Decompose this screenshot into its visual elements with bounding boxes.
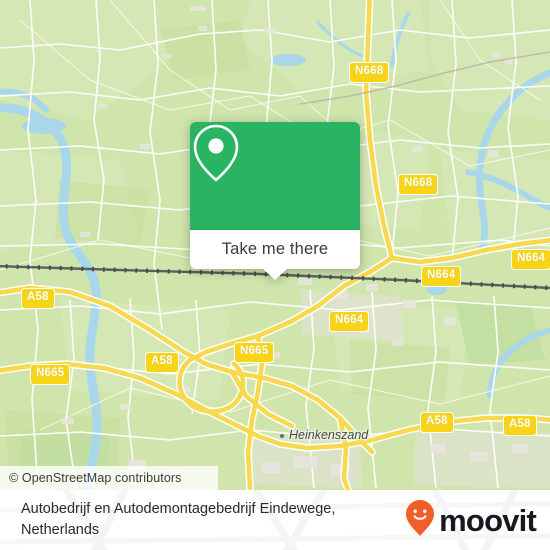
moovit-map-screenshot: N668 N668 N664 N664 N664 A58 N665 A58 N6… [0,0,550,550]
road-shield-n668-north[interactable]: N668 [349,62,390,83]
attribution-text: © OpenStreetMap contributors [9,471,182,485]
place-dot-heinkenszand [280,434,284,438]
moovit-brand[interactable]: moovit [405,499,537,542]
road-shield-a58-southeast[interactable]: A58 [420,412,454,433]
map-canvas[interactable]: N668 N668 N664 N664 N664 A58 N665 A58 N6… [0,0,550,490]
road-shield-n665-southwest[interactable]: N665 [30,364,71,385]
place-label-heinkenszand[interactable]: Heinkenszand [289,428,368,442]
road-shield-n664-east[interactable]: N664 [421,266,462,287]
road-shield-a58-west[interactable]: A58 [145,352,179,373]
road-shield-n665-center[interactable]: N665 [234,342,275,363]
road-shield-n664-far-east[interactable]: N664 [511,249,550,270]
road-shield-n668-east[interactable]: N668 [398,174,439,195]
road-shield-a58-far-southeast[interactable]: A58 [503,415,537,436]
road-shield-a58-northwest[interactable]: A58 [21,288,55,309]
callout-tail [263,269,287,280]
footer-bar: Autobedrijf en Autodemontagebedrijf Eind… [0,490,550,550]
take-me-there-callout[interactable]: Take me there [190,122,360,280]
moovit-pin-smiley-icon [405,499,435,542]
callout-icon-panel [190,122,360,230]
location-title: Autobedrijf en Autodemontagebedrijf Eind… [21,500,336,538]
take-me-there-label: Take me there [221,240,329,258]
road-shield-n664-center[interactable]: N664 [329,311,370,332]
map-attribution[interactable]: © OpenStreetMap contributors [0,466,218,490]
moovit-wordmark: moovit [439,502,537,538]
callout-action-panel[interactable]: Take me there [190,230,360,280]
